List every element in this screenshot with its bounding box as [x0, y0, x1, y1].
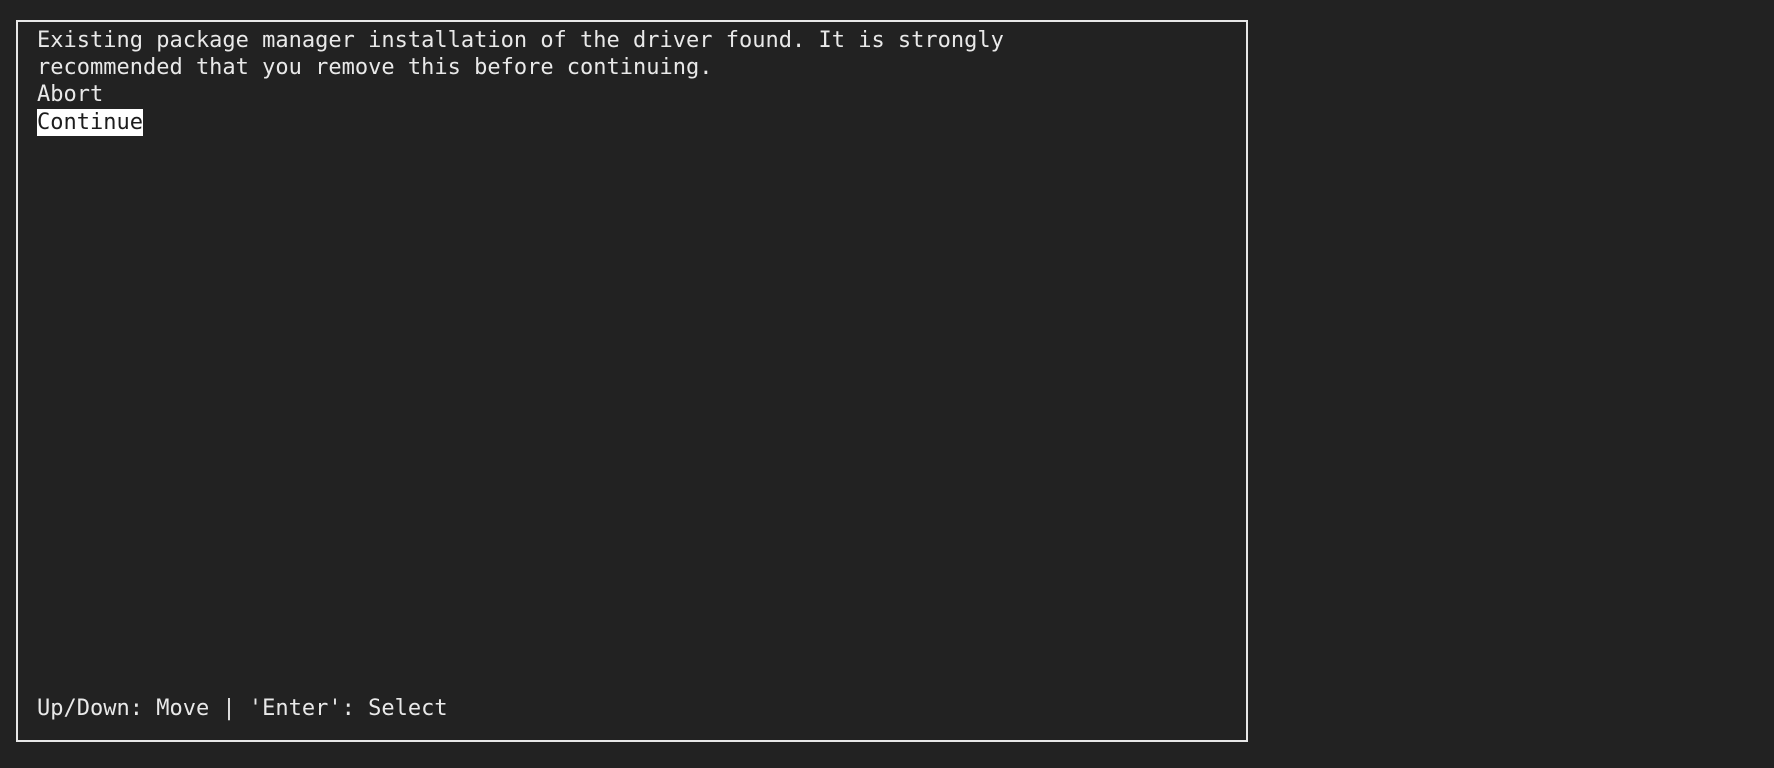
tui-dialog-box: Existing package manager installation of…	[16, 20, 1248, 742]
terminal-screen: Existing package manager installation of…	[0, 0, 1774, 768]
tui-dialog-content: Existing package manager installation of…	[37, 27, 1242, 736]
dialog-message-line-2: recommended that you remove this before …	[37, 55, 713, 81]
keyboard-hint-bar: Up/Down: Move | 'Enter': Select	[37, 695, 448, 721]
dialog-empty-area	[37, 136, 1242, 695]
dialog-menu: Abort Continue	[37, 81, 1242, 136]
dialog-message: Existing package manager installation of…	[37, 27, 1242, 81]
menu-item-continue[interactable]: Continue	[37, 108, 143, 136]
dialog-message-line-1: Existing package manager installation of…	[37, 28, 1004, 53]
menu-item-abort[interactable]: Abort	[37, 81, 103, 108]
